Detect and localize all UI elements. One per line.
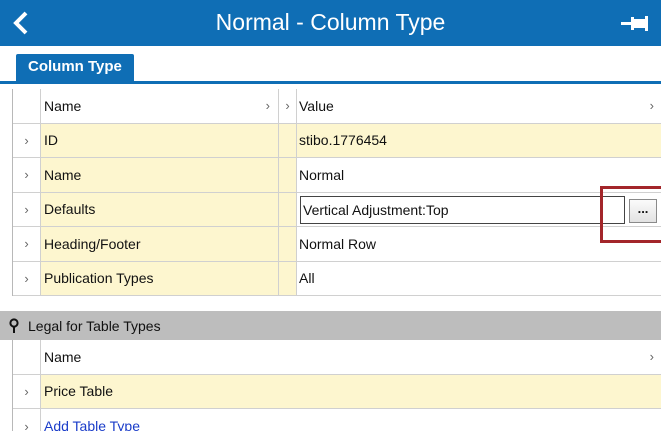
row-spacer (278, 158, 296, 192)
property-value[interactable]: All (296, 261, 661, 295)
name-header-label: Name (44, 97, 82, 114)
header-spacer (13, 89, 40, 123)
title-bar: Normal - Column Type (0, 0, 661, 46)
pin-icon (621, 16, 648, 31)
add-table-type-cell: Add Table Type (40, 409, 661, 431)
chevron-right-icon[interactable]: › (13, 124, 40, 158)
pin-icon[interactable] (0, 317, 28, 334)
ellipsis-button[interactable]: ... (629, 198, 657, 223)
chevron-right-icon[interactable]: › (13, 158, 40, 192)
property-name: Publication Types (40, 261, 278, 295)
chevron-right-icon[interactable]: › (13, 409, 40, 431)
table-row[interactable]: › Publication Types All (13, 261, 661, 296)
legal-section-header[interactable]: Legal for Table Types (0, 311, 661, 340)
table-row[interactable]: › Price Table (13, 374, 661, 409)
chevron-right-icon[interactable]: › (278, 89, 296, 123)
name-header-label: Name (44, 348, 82, 365)
chevron-right-icon[interactable]: › (13, 375, 40, 409)
chevron-right-icon[interactable]: › (13, 227, 40, 261)
header-spacer (13, 340, 40, 374)
table-row[interactable]: › ID stibo.1776454 (13, 123, 661, 158)
row-spacer (278, 261, 296, 295)
row-spacer (278, 192, 296, 226)
legal-header-row: Name › (13, 340, 661, 375)
property-name: ID (40, 123, 278, 157)
table-row[interactable]: › Heading/Footer Normal Row (13, 227, 661, 262)
table-row[interactable]: › Name Normal (13, 158, 661, 193)
tab-column-type[interactable]: Column Type (16, 54, 134, 81)
chevron-right-icon: › (649, 349, 654, 365)
property-value[interactable]: stibo.1776454 (296, 123, 661, 157)
value-column-header[interactable]: Value › (296, 89, 661, 123)
chevron-right-icon: › (265, 98, 270, 114)
defaults-value-field[interactable]: Vertical Adjustment:Top (300, 195, 625, 224)
section-title: Legal for Table Types (28, 317, 161, 334)
legal-table-types-grid: Name › › Price Table › Add Table Type (12, 340, 661, 431)
pin-button[interactable] (619, 12, 651, 34)
table-type-name: Price Table (40, 374, 661, 408)
property-name: Name (40, 158, 278, 192)
add-row: › Add Table Type (13, 409, 661, 431)
property-value[interactable]: Normal (296, 158, 661, 192)
chevron-right-icon: › (649, 98, 654, 114)
row-spacer (278, 123, 296, 157)
properties-header-row: Name › › Value › (13, 89, 661, 124)
property-value[interactable]: Normal Row (296, 227, 661, 261)
name-column-header[interactable]: Name › (40, 89, 278, 123)
property-name: Defaults (40, 192, 278, 226)
add-table-type-link[interactable]: Add Table Type (44, 418, 140, 431)
name-column-header[interactable]: Name › (40, 340, 661, 374)
chevron-right-icon[interactable]: › (13, 193, 40, 227)
value-header-label: Value (299, 97, 334, 114)
property-name: Heading/Footer (40, 227, 278, 261)
properties-grid: Name › › Value › › ID stibo.1776454 › Na… (12, 89, 661, 296)
row-spacer (278, 227, 296, 261)
window-title: Normal - Column Type (215, 9, 446, 35)
table-row[interactable]: › Defaults Vertical Adjustment:Top ... (13, 192, 661, 227)
chevron-right-icon[interactable]: › (13, 262, 40, 296)
tab-strip: Column Type (0, 46, 661, 84)
